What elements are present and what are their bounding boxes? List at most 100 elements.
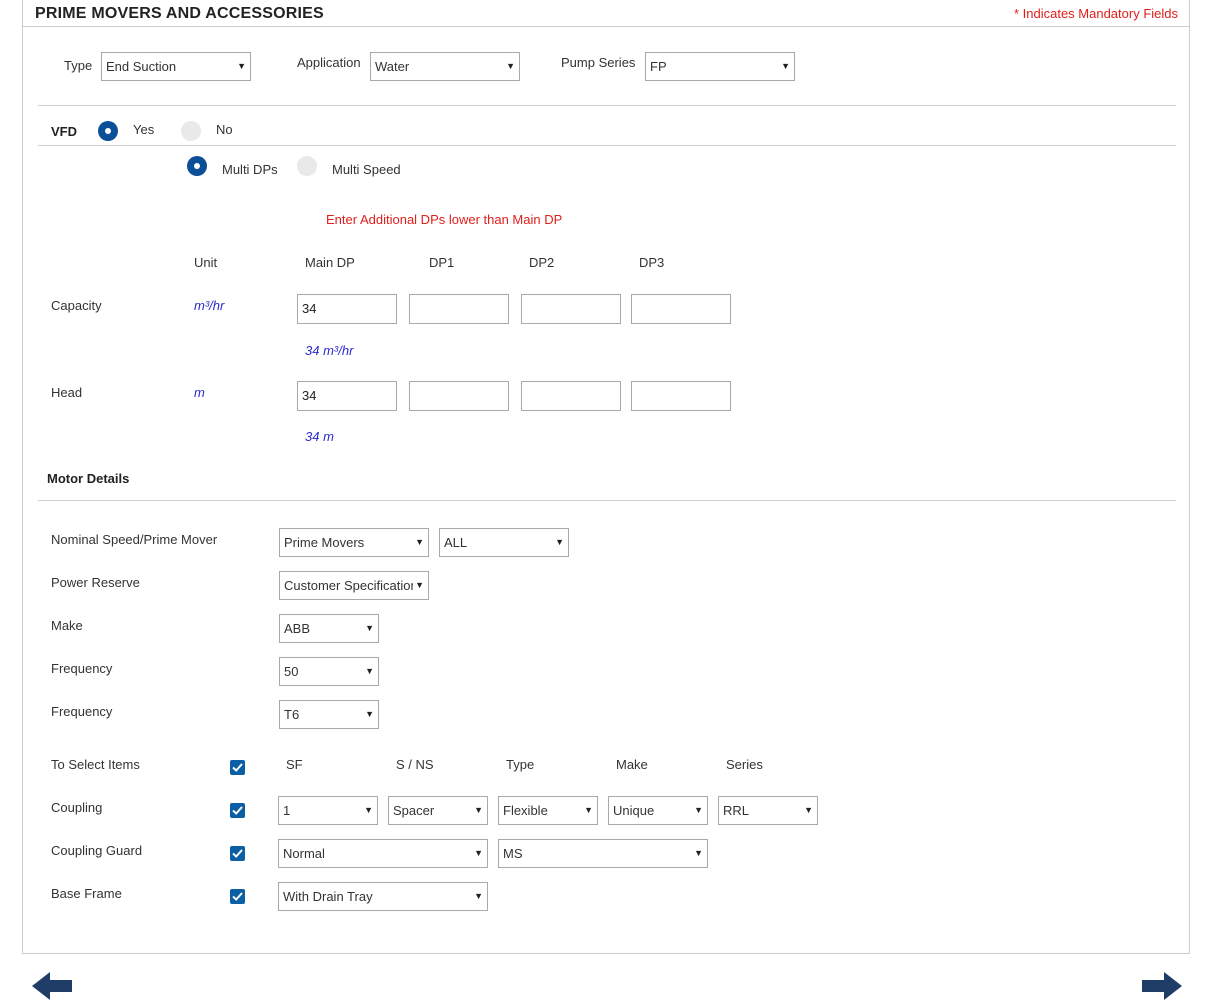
header-divider	[23, 26, 1189, 27]
triangle-down-icon: ▼	[474, 848, 483, 858]
check-icon	[232, 806, 243, 815]
prime-mover-select-value: Prime Movers	[284, 535, 365, 550]
series-header: Series	[726, 757, 763, 772]
dp-warning-text: Enter Additional DPs lower than Main DP	[326, 212, 563, 227]
coupling-guard-type-select[interactable]: Normal ▼	[278, 839, 488, 868]
check-icon	[232, 763, 243, 772]
coupling-guard-material-select[interactable]: MS ▼	[498, 839, 708, 868]
multi-dps-radio[interactable]	[187, 156, 207, 176]
capacity-dp3-input[interactable]	[631, 294, 731, 324]
multi-dps-label: Multi DPs	[222, 162, 278, 177]
head-dp3-input[interactable]	[631, 381, 731, 411]
coupling-sf-select[interactable]: 1 ▼	[278, 796, 378, 825]
head-hint: 34 m	[305, 429, 334, 444]
coupling-series-select[interactable]: RRL ▼	[718, 796, 818, 825]
make-label: Make	[51, 618, 83, 633]
coupling-sf-value: 1	[283, 803, 291, 818]
coupling-guard-material-value: MS	[503, 846, 523, 861]
power-reserve-select-value: Customer Specification	[284, 578, 418, 593]
main-dp-header: Main DP	[305, 255, 355, 270]
type-select-value: End Suction	[106, 59, 177, 74]
base-frame-value: With Drain Tray	[283, 889, 373, 904]
triangle-down-icon: ▼	[474, 805, 483, 815]
coupling-guard-checkbox[interactable]	[230, 846, 245, 861]
application-select[interactable]: Water ▼	[370, 52, 520, 81]
frequency-select[interactable]: 50 ▼	[279, 657, 379, 686]
triangle-down-icon: ▼	[365, 709, 374, 719]
type-label: Type	[64, 58, 93, 73]
triangle-down-icon: ▼	[413, 572, 424, 599]
power-reserve-select[interactable]: Customer Specification ▼	[279, 571, 429, 600]
triangle-down-icon: ▼	[694, 805, 703, 815]
triangle-down-icon: ▼	[694, 848, 703, 858]
coupling-guard-type-value: Normal	[283, 846, 325, 861]
motor-divider	[38, 500, 1176, 501]
vfd-divider	[38, 145, 1176, 146]
triangle-down-icon: ▼	[506, 61, 515, 71]
coupling-label: Coupling	[51, 800, 103, 815]
frequency2-select[interactable]: T6 ▼	[279, 700, 379, 729]
right-arrow-icon[interactable]	[1142, 970, 1182, 1002]
dp2-header: DP2	[529, 255, 555, 270]
vfd-no-label: No	[216, 122, 233, 137]
triangle-down-icon: ▼	[415, 537, 424, 547]
motor-details-title: Motor Details	[47, 471, 130, 486]
head-main-dp-input[interactable]: 34	[297, 381, 397, 411]
make-select[interactable]: ABB ▼	[279, 614, 379, 643]
dp1-header: DP1	[429, 255, 455, 270]
coupling-make-select[interactable]: Unique ▼	[608, 796, 708, 825]
pump-series-select-value: FP	[650, 59, 667, 74]
pump-series-label: Pump Series	[561, 55, 636, 70]
base-frame-label: Base Frame	[51, 886, 122, 901]
prime-mover-select[interactable]: Prime Movers ▼	[279, 528, 429, 557]
coupling-series-value: RRL	[723, 803, 750, 818]
capacity-unit: m³/hr	[194, 298, 225, 313]
sf-header: SF	[286, 757, 303, 772]
frequency-label: Frequency	[51, 661, 113, 676]
frequency2-select-value: T6	[284, 707, 300, 722]
coupling-guard-label: Coupling Guard	[51, 843, 143, 858]
capacity-label: Capacity	[51, 298, 102, 313]
head-dp1-input[interactable]	[409, 381, 509, 411]
filters-divider	[38, 105, 1176, 106]
multi-speed-radio[interactable]	[297, 156, 317, 176]
check-icon	[232, 892, 243, 901]
frequency-select-value: 50	[284, 664, 299, 679]
coupling-sns-value: Spacer	[393, 803, 435, 818]
coupling-sns-select[interactable]: Spacer ▼	[388, 796, 488, 825]
base-frame-select[interactable]: With Drain Tray ▼	[278, 882, 488, 911]
coupling-checkbox[interactable]	[230, 803, 245, 818]
capacity-hint: 34 m³/hr	[305, 343, 354, 358]
nominal-speed-label: Nominal Speed/Prime Mover	[51, 532, 218, 547]
power-reserve-label: Power Reserve	[51, 575, 140, 590]
triangle-down-icon: ▼	[365, 623, 374, 633]
triangle-down-icon: ▼	[474, 891, 483, 901]
coupling-type-select[interactable]: Flexible ▼	[498, 796, 598, 825]
mandatory-note: * Indicates Mandatory Fields	[1013, 6, 1178, 21]
triangle-down-icon: ▼	[364, 805, 373, 815]
vfd-label: VFD	[51, 124, 77, 139]
vfd-yes-radio[interactable]	[98, 121, 118, 141]
capacity-dp1-input[interactable]	[409, 294, 509, 324]
capacity-dp2-input[interactable]	[521, 294, 621, 324]
triangle-down-icon: ▼	[804, 805, 813, 815]
left-arrow-icon[interactable]	[32, 970, 72, 1002]
make-select-value: ABB	[284, 621, 311, 636]
make-header: Make	[616, 757, 648, 772]
vfd-no-radio[interactable]	[181, 121, 201, 141]
select-all-checkbox[interactable]	[230, 760, 245, 775]
triangle-down-icon: ▼	[781, 61, 790, 71]
triangle-down-icon: ▼	[365, 666, 374, 676]
type-select[interactable]: End Suction ▼	[101, 52, 251, 81]
nominal-speed-select[interactable]: ALL ▼	[439, 528, 569, 557]
coupling-type-value: Flexible	[503, 803, 548, 818]
head-label: Head	[51, 385, 83, 400]
frequency2-label: Frequency	[51, 704, 113, 719]
triangle-down-icon: ▼	[237, 61, 246, 71]
application-label: Application	[297, 55, 361, 70]
capacity-main-dp-input[interactable]: 34	[297, 294, 397, 324]
base-frame-checkbox[interactable]	[230, 889, 245, 904]
coupling-make-value: Unique	[613, 803, 655, 818]
head-dp2-input[interactable]	[521, 381, 621, 411]
pump-series-select[interactable]: FP ▼	[645, 52, 795, 81]
